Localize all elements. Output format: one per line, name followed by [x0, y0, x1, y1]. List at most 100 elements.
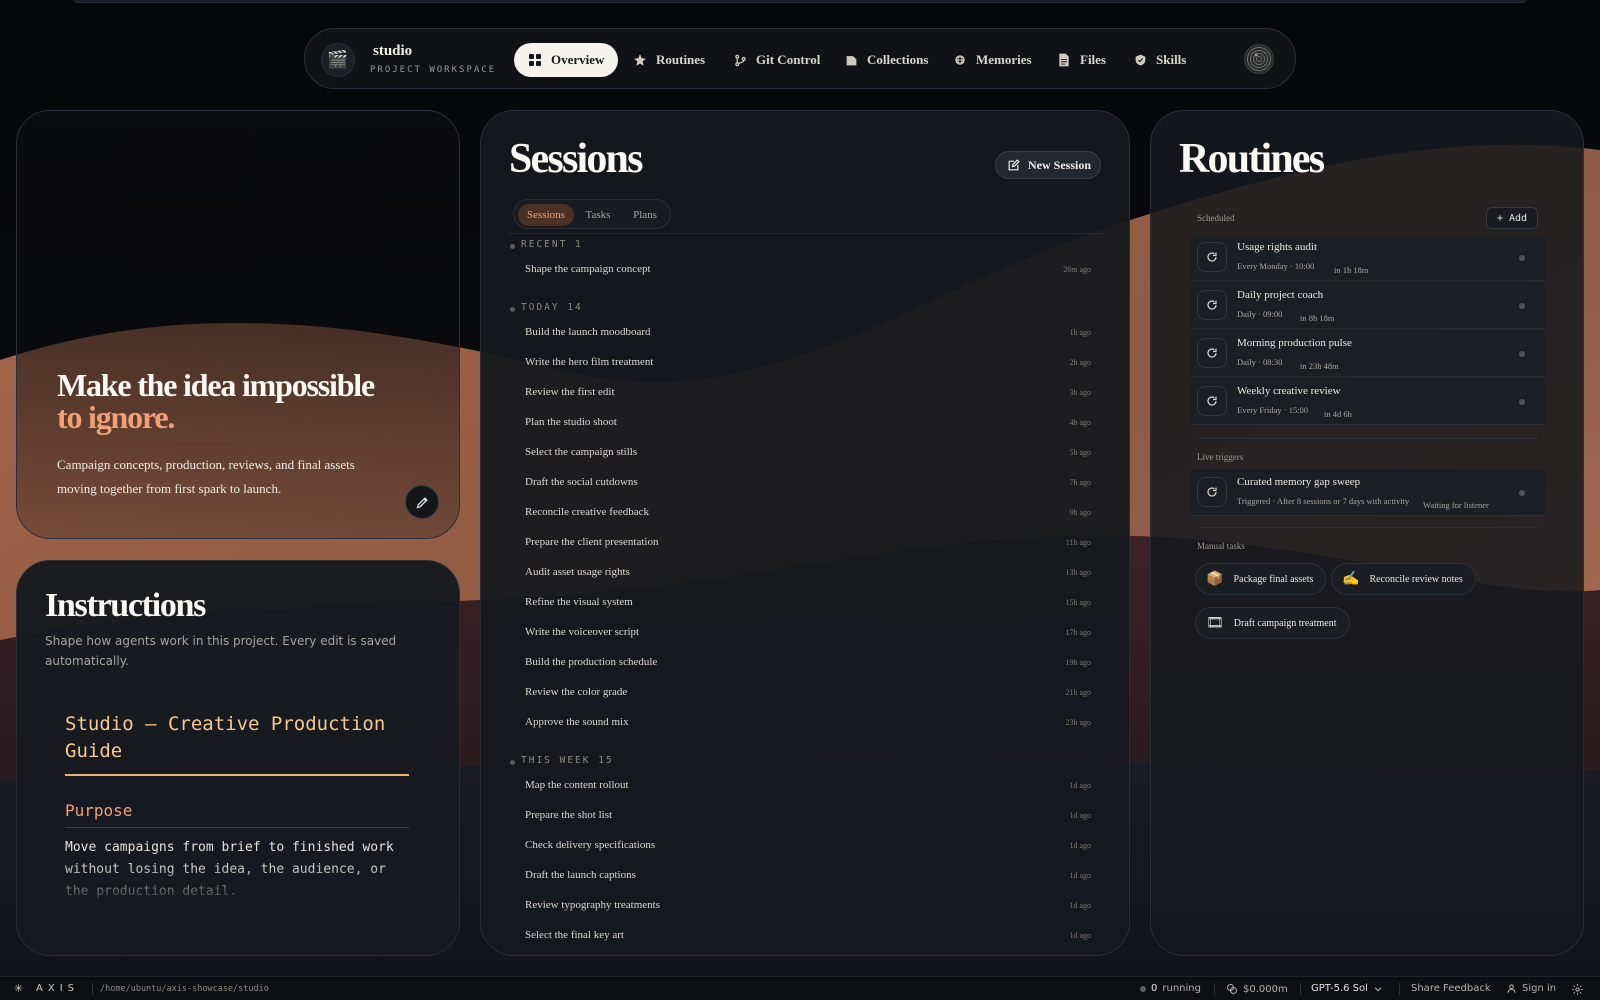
sign-in-button[interactable]: Sign in	[1506, 983, 1556, 994]
session-time: 1d ago	[1069, 840, 1091, 850]
routine-row[interactable]: Morning production pulse Daily · 08:30 in …	[1191, 331, 1545, 377]
session-group-label[interactable]: THIS WEEK 15	[521, 755, 614, 766]
nav-label: Files	[1080, 52, 1106, 67]
project-name: studio	[373, 43, 413, 59]
session-row[interactable]: Draft the launch captions 1d ago	[525, 864, 1091, 886]
share-feedback-label: Share Feedback	[1411, 983, 1491, 994]
routine-status-dot	[1519, 255, 1525, 261]
session-time: 5h ago	[1069, 447, 1091, 457]
nav-files[interactable]: Files	[1043, 43, 1120, 77]
nav-routines[interactable]: Routines	[619, 43, 719, 77]
nav-git-control[interactable]: Git Control	[719, 43, 834, 77]
session-row[interactable]: Prepare the shot list 1d ago	[525, 804, 1091, 826]
main-nav: 🎬 studio PROJECT WORKSPACE Overview Rout…	[304, 28, 1296, 89]
nav-label: Overview	[551, 52, 605, 67]
nav-skills[interactable]: Skills	[1119, 43, 1200, 77]
user-icon	[1507, 984, 1516, 993]
cost-indicator[interactable]: $0.000m	[1226, 983, 1288, 995]
tab-plans[interactable]: Plans	[622, 204, 668, 226]
session-row[interactable]: Shape the campaign concept 26m ago	[525, 258, 1091, 280]
session-name: Approve the sound mix	[525, 716, 629, 728]
routine-row[interactable]: Usage rights audit Every Monday · 10:00 in…	[1191, 235, 1545, 281]
session-time: 1d ago	[1069, 780, 1091, 790]
session-name: Build the launch moodboard	[525, 326, 651, 338]
tab-tasks[interactable]: Tasks	[576, 204, 620, 226]
manual-task-chip[interactable]: 🎞 Draft campaign treatment	[1195, 607, 1350, 639]
settings-button[interactable]	[1571, 983, 1584, 996]
manual-task-label: Draft campaign treatment	[1233, 617, 1337, 629]
session-name: Audit asset usage rights	[525, 566, 630, 578]
coins-icon	[1227, 984, 1237, 994]
writing-hand-icon: ✍	[1342, 571, 1360, 587]
status-divider	[1300, 983, 1301, 995]
running-indicator[interactable]: 0 running	[1140, 983, 1201, 994]
session-name: Write the hero film treatment	[525, 356, 654, 368]
manual-task-chip[interactable]: 📦 Package final assets	[1195, 563, 1327, 595]
nav-collections[interactable]: Collections	[830, 43, 942, 77]
session-row[interactable]: Reconcile creative feedback 9h ago	[525, 501, 1091, 523]
routine-row[interactable]: Curated memory gap sweep Triggered · Afte…	[1191, 470, 1545, 516]
guide-section-heading[interactable]: Purpose	[65, 801, 132, 820]
session-name: Plan the studio shoot	[525, 416, 617, 428]
session-time: 2h ago	[1069, 357, 1091, 367]
guide-title[interactable]: Studio — Creative Production Guide	[65, 711, 409, 765]
session-name: Review the first edit	[525, 386, 615, 398]
session-time: 19h ago	[1065, 657, 1091, 667]
routine-schedule: Daily · 08:30	[1237, 357, 1283, 367]
status-divider	[1214, 983, 1215, 995]
session-row[interactable]: Prepare the client presentation 11h ago	[525, 531, 1091, 553]
session-row[interactable]: Refine the visual system 15h ago	[525, 591, 1091, 613]
edit-hero-button[interactable]	[405, 485, 439, 519]
session-row[interactable]: Check delivery specifications 1d ago	[525, 834, 1091, 856]
routine-name: Morning production pulse	[1237, 337, 1352, 349]
model-selector[interactable]: GPT-5.6 Sol	[1311, 983, 1383, 994]
session-row[interactable]: Write the voiceover script 17h ago	[525, 621, 1091, 643]
session-name: Write the voiceover script	[525, 626, 640, 638]
session-row[interactable]: Select the campaign stills 5h ago	[525, 441, 1091, 463]
chevron-down-icon	[1374, 986, 1382, 991]
session-row[interactable]: Build the launch moodboard 1h ago	[525, 321, 1091, 343]
add-routine-button[interactable]: + Add	[1486, 207, 1538, 229]
session-name: Draft the launch captions	[525, 869, 636, 881]
session-row[interactable]: Map the content rollout 1d ago	[525, 774, 1091, 796]
nav-label: Skills	[1156, 52, 1187, 67]
session-row[interactable]: Approve the sound mix 23h ago	[525, 711, 1091, 733]
session-row[interactable]: Review the color grade 21h ago	[525, 681, 1091, 703]
session-row[interactable]: Review typography treatments 1d ago	[525, 894, 1091, 916]
session-row[interactable]: Select the final key art 1d ago	[525, 924, 1091, 946]
routines-divider	[1197, 438, 1539, 439]
session-row[interactable]: Plan the studio shoot 4h ago	[525, 411, 1091, 433]
sign-in-label: Sign in	[1522, 983, 1557, 994]
routine-schedule: Triggered · After 8 sessions or 7 days w…	[1237, 496, 1410, 506]
running-label: running	[1162, 983, 1201, 994]
avatar[interactable]	[1244, 44, 1274, 74]
nav-label: Routines	[656, 52, 706, 67]
new-session-button[interactable]: New Session	[995, 151, 1101, 179]
routine-next-run: in 1h 18m	[1334, 265, 1369, 275]
routine-row[interactable]: Weekly creative review Every Friday · 15:…	[1191, 379, 1545, 425]
film-frames-icon: 🎞	[1206, 615, 1224, 631]
nav-overview[interactable]: Overview	[514, 43, 619, 77]
tab-sessions[interactable]: Sessions	[518, 204, 574, 226]
session-row[interactable]: Audit asset usage rights 13h ago	[525, 561, 1091, 583]
session-name: Review the color grade	[525, 686, 628, 698]
session-group-label[interactable]: RECENT 1	[521, 239, 583, 250]
sessions-divider	[509, 233, 1103, 234]
session-row[interactable]: Review the first edit 3h ago	[525, 381, 1091, 403]
nav-memories[interactable]: Memories	[939, 43, 1046, 77]
workspace-path[interactable]: /home/ubuntu/axis-showcase/studio	[100, 984, 269, 994]
session-time: 1h ago	[1069, 327, 1091, 337]
session-row[interactable]: Draft the social cutdowns 7h ago	[525, 471, 1091, 493]
share-feedback-button[interactable]: Share Feedback	[1411, 983, 1491, 994]
session-group-label[interactable]: TODAY 14	[521, 302, 583, 313]
session-row[interactable]: Write the hero film treatment 2h ago	[525, 351, 1091, 373]
routine-row[interactable]: Daily project coach Daily · 09:00 in 8h 18…	[1191, 283, 1545, 329]
manual-task-chip[interactable]: ✍ Reconcile review notes	[1331, 563, 1476, 595]
refresh-icon	[1197, 242, 1227, 272]
app-brand: AXIS	[36, 983, 79, 994]
routine-name: Usage rights audit	[1237, 241, 1318, 253]
running-count: 0	[1151, 983, 1158, 994]
routine-next-run: in 4d 6h	[1324, 409, 1352, 419]
routines-title: Routines	[1179, 136, 1325, 182]
session-row[interactable]: Build the production schedule 19h ago	[525, 651, 1091, 673]
